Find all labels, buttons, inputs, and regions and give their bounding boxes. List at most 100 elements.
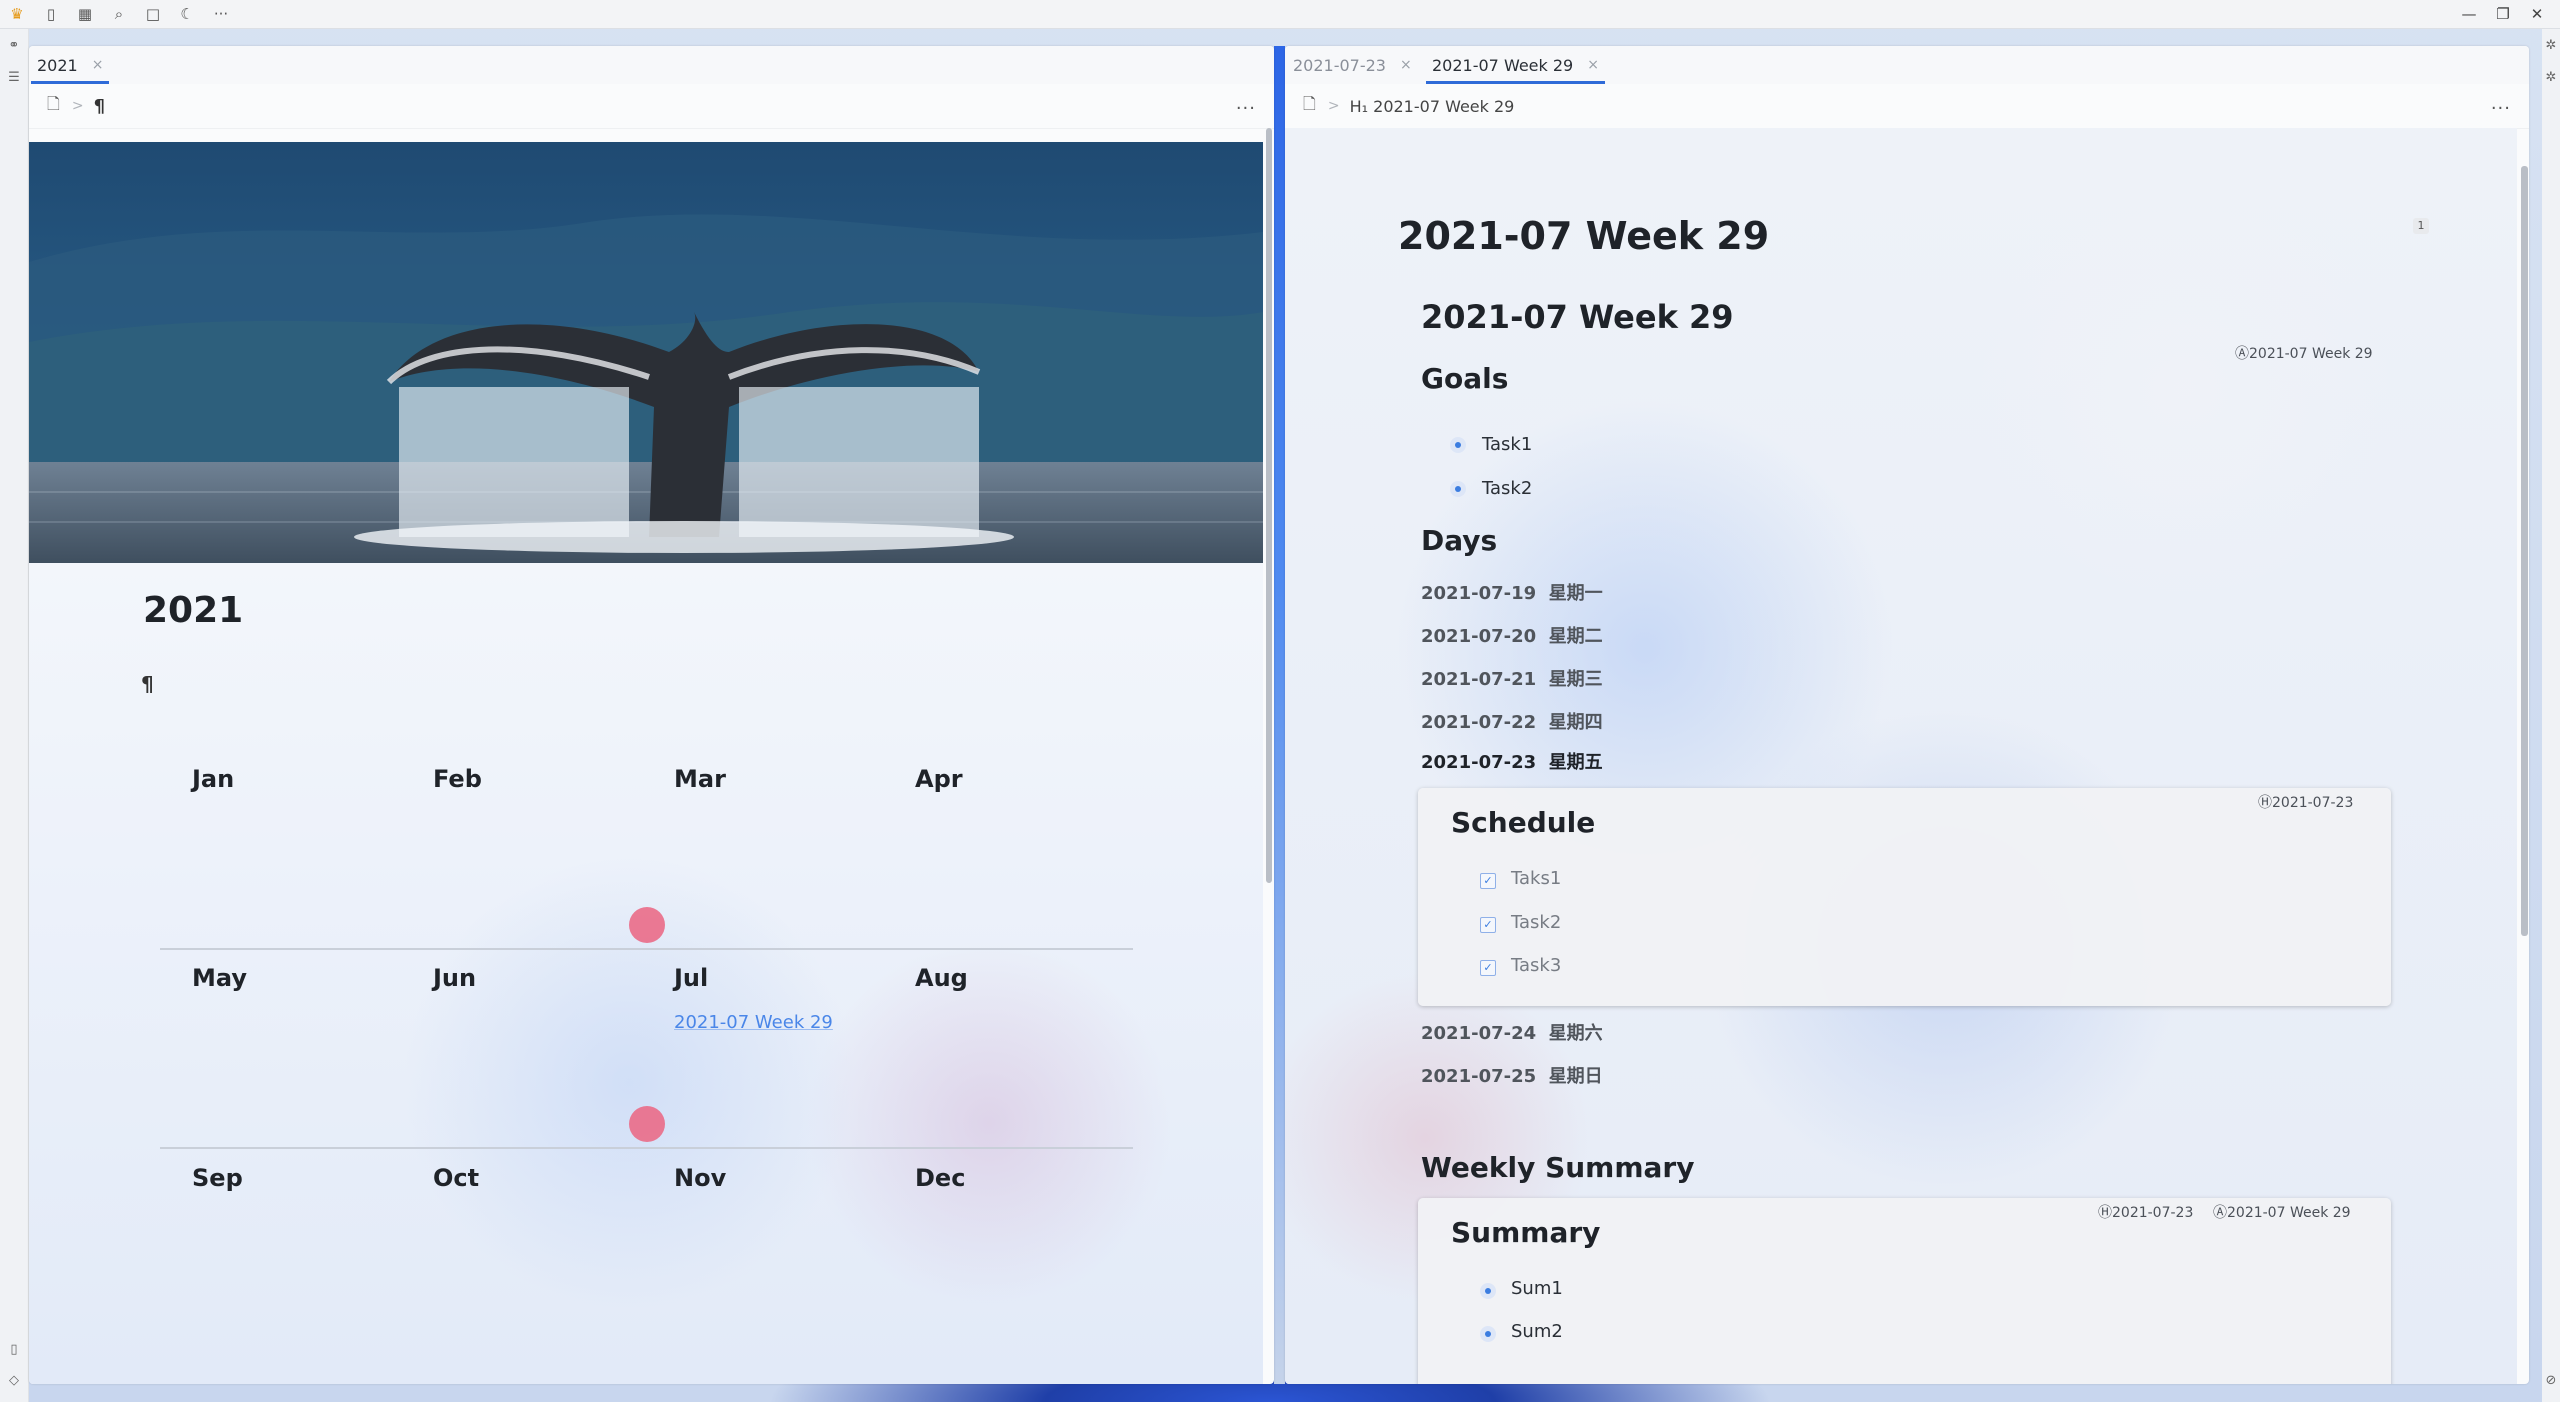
bullet-icon[interactable] [1450,481,1466,497]
banner-image [29,142,1263,563]
summary-item: Sum2 [1511,1321,1563,1342]
month-jul: Jul [674,964,709,992]
copy-icon[interactable]: ▯ [40,3,62,25]
link-icon[interactable]: ⊘ [2542,1372,2560,1390]
subtitle-heading: 2021-07 Week 29 [1421,298,1734,336]
maximize-icon[interactable]: ❐ [2486,0,2520,28]
schedule-heading: Schedule [1451,806,1596,839]
page-title: 2021 [143,590,244,631]
more-menu-button[interactable]: ··· [2491,98,2511,119]
pilcrow-icon[interactable]: ¶ [94,96,105,117]
bullet-icon[interactable] [1450,437,1466,453]
month-jun: Jun [433,964,477,992]
minimize-icon[interactable]: — [2452,0,2486,28]
month-jan: Jan [192,765,235,793]
day-link[interactable]: 2021-07-20 星期二 [1421,622,1603,648]
moon-icon[interactable]: ☾ [176,3,198,25]
summary-heading: Summary [1451,1216,1601,1249]
schedule-embed-card: Ⓗ2021-07-23 Schedule ✓ Taks1 ✓ Task2 ✓ T… [1418,788,2391,1006]
week-link[interactable]: 2021-07 Week 29 [674,1012,833,1033]
month-feb: Feb [433,765,482,793]
left-dock: ⚭ ☰ ▯ ◇ [0,29,29,1402]
goals-heading: Goals [1421,362,1509,395]
checkbox[interactable]: ✓ [1480,873,1496,889]
scrollbar[interactable] [1266,128,1272,883]
right-dock: ✲ ✲ ⊘ [2542,29,2560,1402]
document-icon[interactable]: 🗋 [47,93,60,120]
month-mar: Mar [674,765,726,793]
search-icon[interactable]: ⌕ [108,3,130,25]
more-icon[interactable]: ··· [210,3,232,25]
page-badge: 1 [2413,218,2429,234]
tab-2021-07-23[interactable]: 2021-07-23 × [1293,50,1412,80]
tab-label: 2021-07-23 [1293,55,1386,75]
month-sep: Sep [192,1164,243,1192]
day-link[interactable]: 2021-07-19 星期一 [1421,579,1603,605]
breadcrumb-separator: > [71,98,84,114]
summary-embed-card: Ⓗ2021-07-23 Ⓐ2021-07 Week 29 Summary Sum… [1418,1198,2391,1384]
pane-splitter[interactable] [1274,46,1285,1384]
summary-item: Sum1 [1511,1278,1563,1299]
task-item: Task2 [1511,912,1562,933]
row-handle-dot[interactable] [629,1106,665,1142]
tab-2021[interactable]: 2021 × [30,50,110,84]
task-item: Taks1 [1511,868,1562,889]
task-item: Task3 [1511,955,1562,976]
month-aug: Aug [915,964,968,992]
days-heading: Days [1421,524,1498,557]
month-nov: Nov [674,1164,727,1192]
month-dec: Dec [915,1164,966,1192]
divider [160,948,1133,950]
tab-close-icon[interactable]: × [92,57,104,73]
top-toolbar: ♛ ▯ ▦ ⌕ □ ☾ ··· — ❐ ✕ [0,0,2560,29]
more-menu-button[interactable]: ··· [1236,98,1256,119]
day-link[interactable]: 2021-07-22 星期四 [1421,708,1603,734]
tab-close-icon[interactable]: × [1400,57,1412,73]
graph-icon[interactable]: ⚭ [5,37,23,55]
row-handle-dot[interactable] [629,907,665,943]
goal-item: Task2 [1482,478,1533,499]
month-may: May [192,964,247,992]
scrollbar[interactable] [2521,166,2528,936]
bullet-icon[interactable] [1480,1283,1496,1299]
day-link-today[interactable]: 2021-07-23 星期五 [1421,748,1603,774]
bullet-icon[interactable] [1480,1326,1496,1342]
backlink-ref[interactable]: Ⓐ2021-07 Week 29 [2213,1202,2351,1222]
backlink-ref[interactable]: Ⓗ2021-07-23 [2258,792,2353,812]
window-controls: — ❐ ✕ [2452,0,2554,28]
tab-week-29[interactable]: 2021-07 Week 29 × [1426,50,1605,84]
right-editor-pane: 2021-07-23 × 2021-07 Week 29 × 🗋 > H₁ 20… [1285,46,2529,1384]
bookmark-icon[interactable]: ▯ [5,1341,23,1359]
calendar-icon[interactable]: ▦ [74,3,96,25]
breadcrumb-separator: > [1327,98,1340,114]
day-link[interactable]: 2021-07-24 星期六 [1421,1019,1603,1045]
backlink-ref[interactable]: Ⓐ2021-07 Week 29 [2235,343,2373,363]
divider [160,1147,1133,1149]
right-tab-bar: 2021-07-23 × 2021-07 Week 29 × [1285,46,2529,85]
settings-alt-icon[interactable]: ✲ [2542,69,2560,87]
tag-icon[interactable]: ◇ [5,1372,23,1390]
month-apr: Apr [915,765,963,793]
close-icon[interactable]: ✕ [2520,0,2554,28]
pilcrow-paragraph: ¶ [141,672,154,696]
tab-label: 2021-07 Week 29 [1432,55,1574,75]
square-icon[interactable]: □ [142,3,164,25]
month-oct: Oct [433,1164,480,1192]
document-icon[interactable]: 🗋 [1303,93,1316,120]
checkbox[interactable]: ✓ [1480,917,1496,933]
day-link[interactable]: 2021-07-21 星期三 [1421,665,1603,691]
breadcrumb-heading[interactable]: H₁ 2021-07 Week 29 [1350,97,1515,116]
crown-icon[interactable]: ♛ [6,3,28,25]
tab-label: 2021 [37,55,78,75]
goal-item: Task1 [1482,434,1533,455]
left-tab-bar: 2021 × [29,46,1274,85]
page-title: 2021-07 Week 29 [1398,214,1770,258]
tab-close-icon[interactable]: × [1587,57,1599,73]
breadcrumb: 🗋 > ¶ [29,84,1274,129]
day-link[interactable]: 2021-07-25 星期日 [1421,1062,1603,1088]
outline-icon[interactable]: ☰ [5,69,23,87]
breadcrumb: 🗋 > H₁ 2021-07 Week 29 [1285,84,2529,129]
backlink-ref[interactable]: Ⓗ2021-07-23 [2098,1202,2193,1222]
settings-icon[interactable]: ✲ [2542,37,2560,55]
checkbox[interactable]: ✓ [1480,960,1496,976]
